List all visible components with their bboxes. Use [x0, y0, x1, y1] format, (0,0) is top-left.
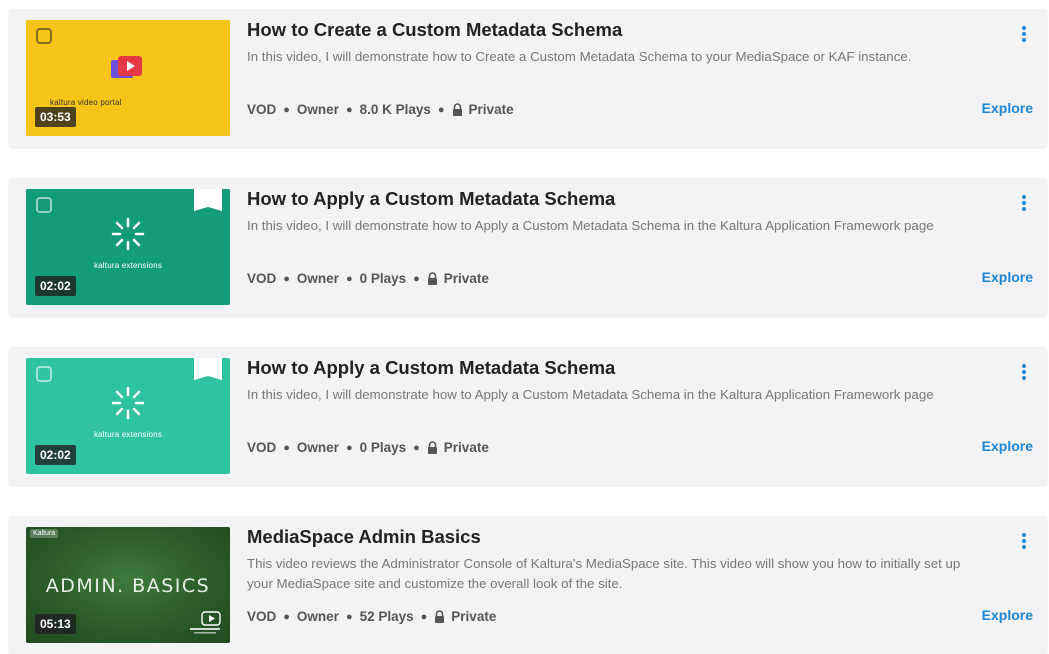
media-role: Owner: [296, 609, 339, 624]
media-privacy: Private: [443, 440, 489, 455]
media-meta: VOD ● Owner ● 8.0 K Plays ● Private: [247, 102, 514, 117]
media-description: In this video, I will demonstrate how to…: [247, 218, 934, 233]
duration-badge: 05:13: [35, 614, 76, 634]
media-description: This video reviews the Administrator Con…: [247, 556, 961, 591]
video-thumbnail[interactable]: kaltura video portal 03:53: [26, 20, 230, 136]
video-thumbnail[interactable]: kaltura extensions 02:02: [26, 189, 230, 305]
media-meta: VOD ● Owner ● 0 Plays ● Private: [247, 271, 489, 286]
lock-icon: [427, 272, 437, 285]
media-info: MediaSpace Admin Basics This video revie…: [247, 524, 967, 594]
spinner-icon: [111, 386, 145, 420]
separator-dot: ●: [345, 441, 353, 454]
kaltura-badge: Kaltura: [30, 529, 59, 538]
more-options-icon[interactable]: [1018, 25, 1030, 43]
media-meta: VOD ● Owner ● 52 Plays ● Private: [247, 609, 496, 624]
duration-badge: 02:02: [35, 445, 76, 465]
lock-icon: [435, 610, 445, 623]
media-title[interactable]: How to Apply a Custom Metadata Schema: [247, 355, 967, 381]
separator-dot: ●: [283, 441, 290, 454]
media-plays: 52 Plays: [359, 609, 414, 624]
explore-button[interactable]: Explore: [982, 607, 1033, 623]
media-role: Owner: [296, 440, 339, 455]
media-type: VOD: [247, 609, 277, 624]
media-title[interactable]: How to Apply a Custom Metadata Schema: [247, 186, 967, 212]
media-type: VOD: [247, 102, 277, 117]
separator-dot: ●: [283, 610, 290, 623]
duration-badge: 02:02: [35, 276, 76, 296]
logo-icon: [36, 366, 52, 382]
separator-dot: ●: [283, 272, 290, 285]
media-info: How to Apply a Custom Metadata Schema In…: [247, 186, 967, 256]
media-plays: 0 Plays: [359, 271, 407, 286]
media-card: kaltura video portal 03:53 How to Create…: [9, 9, 1047, 147]
thumbnail-caption: kaltura video portal: [50, 98, 122, 107]
separator-dot: ●: [420, 610, 428, 623]
bookmark-icon: [194, 358, 222, 380]
media-meta: VOD ● Owner ● 0 Plays ● Private: [247, 440, 489, 455]
more-options-icon[interactable]: [1018, 532, 1030, 550]
media-plays: 8.0 K Plays: [359, 102, 431, 117]
explore-button[interactable]: Explore: [982, 438, 1033, 454]
more-options-icon[interactable]: [1018, 194, 1030, 212]
thumbnail-caption: kaltura extensions: [93, 430, 163, 439]
video-portal-play-icon: [111, 56, 142, 78]
media-description: In this video, I will demonstrate how to…: [247, 49, 912, 64]
thumbnail-caption: ADMIN. BASICS: [45, 575, 211, 597]
media-card: kaltura extensions 02:02 How to Apply a …: [9, 347, 1047, 485]
thumbnail-caption: kaltura extensions: [93, 261, 163, 270]
media-title[interactable]: MediaSpace Admin Basics: [247, 524, 967, 550]
media-type: VOD: [247, 440, 277, 455]
bookmark-icon: [194, 189, 222, 211]
vod-training-icon: [190, 611, 221, 634]
lock-icon: [452, 103, 462, 116]
media-title[interactable]: How to Create a Custom Metadata Schema: [247, 17, 967, 43]
media-list: kaltura video portal 03:53 How to Create…: [0, 0, 1049, 654]
media-info: How to Apply a Custom Metadata Schema In…: [247, 355, 967, 425]
lock-icon: [427, 441, 437, 454]
logo-icon: [36, 28, 52, 44]
spinner-icon: [111, 217, 145, 251]
media-type: VOD: [247, 271, 277, 286]
media-privacy: Private: [451, 609, 497, 624]
video-thumbnail[interactable]: kaltura extensions 02:02: [26, 358, 230, 474]
explore-button[interactable]: Explore: [982, 269, 1033, 285]
media-plays: 0 Plays: [359, 440, 407, 455]
separator-dot: ●: [345, 610, 353, 623]
explore-button[interactable]: Explore: [982, 100, 1033, 116]
media-description: In this video, I will demonstrate how to…: [247, 387, 934, 402]
media-card: kaltura extensions 02:02 How to Apply a …: [9, 178, 1047, 316]
media-card: Kaltura ADMIN. BASICS 05:13 MediaSpace A…: [9, 516, 1047, 654]
media-info: How to Create a Custom Metadata Schema I…: [247, 17, 967, 87]
media-role: Owner: [296, 102, 339, 117]
media-privacy: Private: [443, 271, 489, 286]
more-options-icon[interactable]: [1018, 363, 1030, 381]
separator-dot: ●: [345, 103, 353, 116]
separator-dot: ●: [413, 272, 420, 285]
logo-icon: [36, 197, 52, 213]
video-thumbnail[interactable]: Kaltura ADMIN. BASICS 05:13: [26, 527, 230, 643]
separator-dot: ●: [345, 272, 353, 285]
separator-dot: ●: [413, 441, 420, 454]
separator-dot: ●: [437, 103, 445, 116]
duration-badge: 03:53: [35, 107, 76, 127]
media-role: Owner: [296, 271, 339, 286]
media-privacy: Private: [468, 102, 514, 117]
separator-dot: ●: [283, 103, 290, 116]
